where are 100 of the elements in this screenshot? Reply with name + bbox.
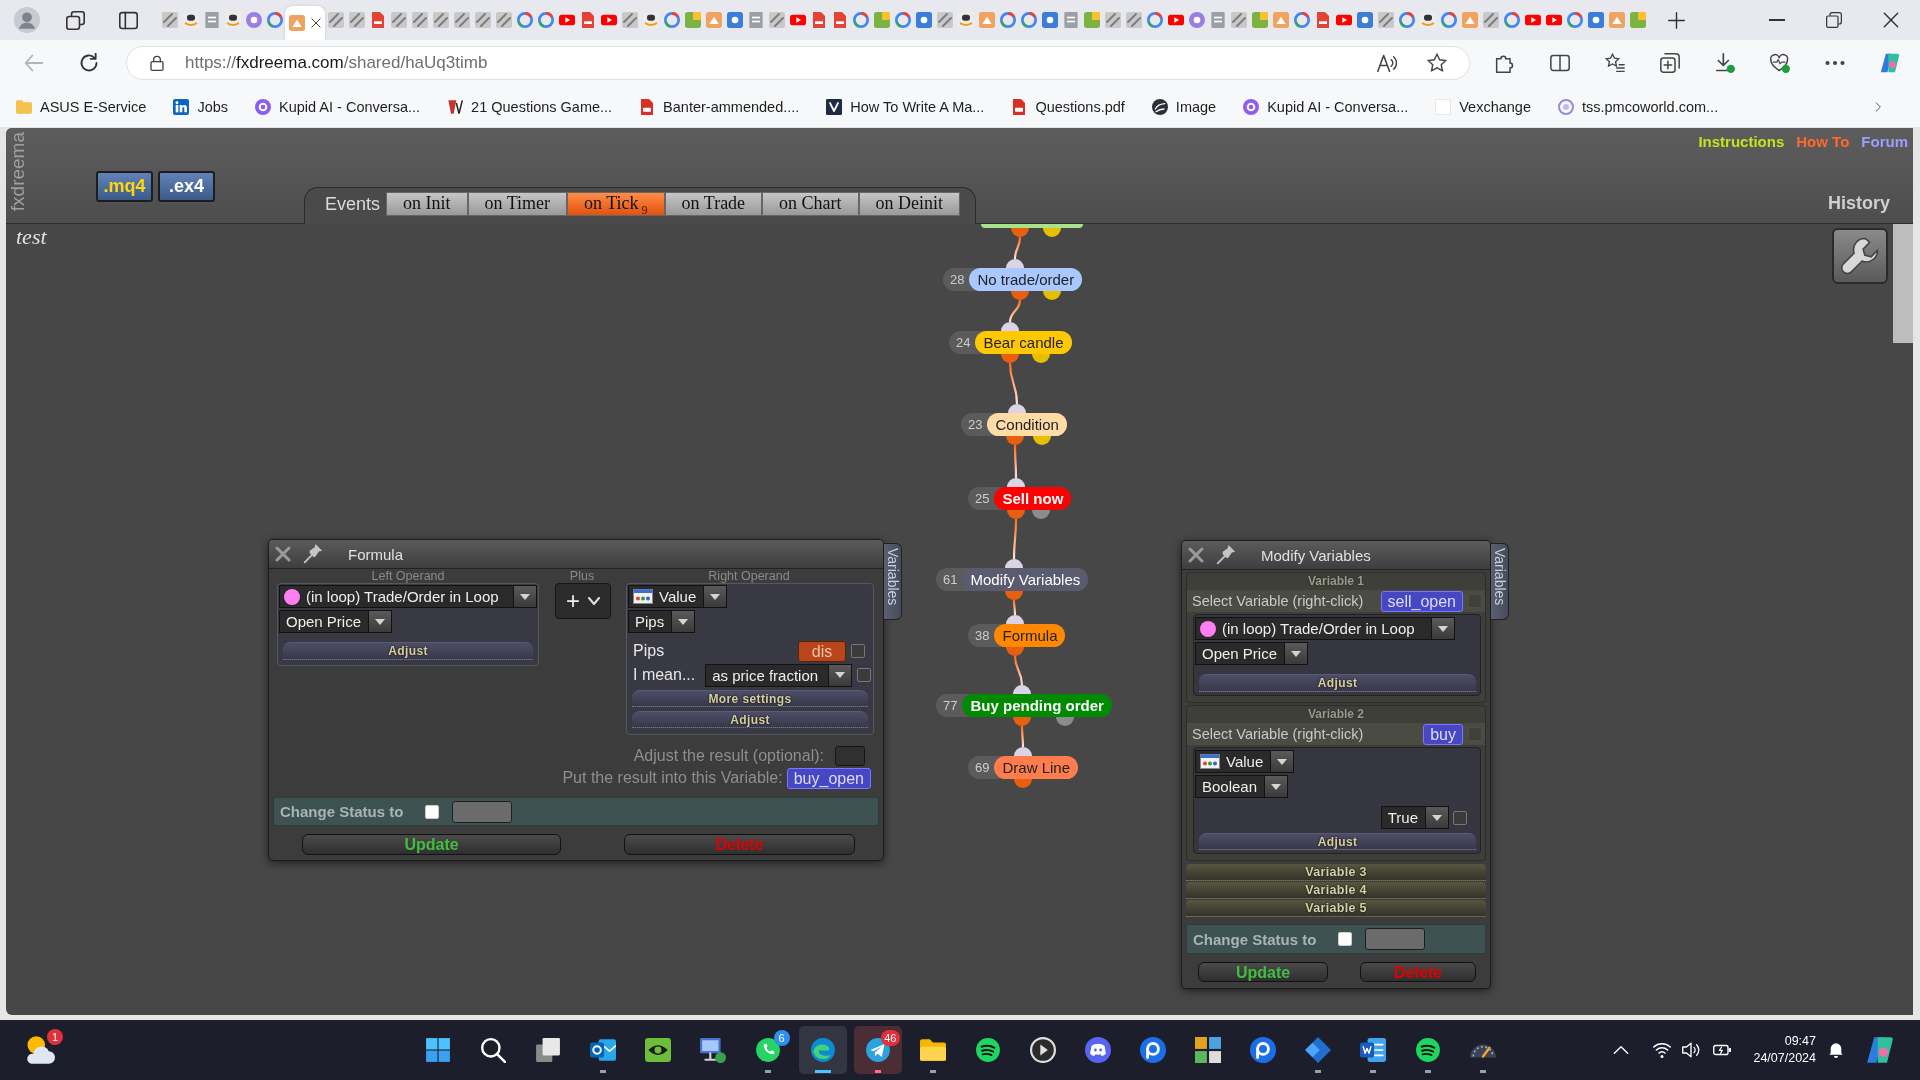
output-port-icon[interactable] (1056, 717, 1074, 726)
extensions-icon[interactable] (1495, 53, 1515, 73)
export-button[interactable]: .ex4 (158, 171, 215, 202)
app-logo-icon[interactable] (1866, 1036, 1894, 1064)
output-port-icon[interactable] (1043, 228, 1061, 237)
app-logo-icon[interactable] (1880, 53, 1900, 73)
checkbox[interactable] (857, 668, 872, 682)
output-port-icon[interactable] (1011, 228, 1029, 237)
input-port-icon[interactable] (1006, 259, 1024, 268)
collapsed-section[interactable]: Variable 4 (1186, 882, 1486, 899)
input-port-icon[interactable] (1006, 615, 1024, 624)
split-screen-icon[interactable] (1550, 53, 1570, 73)
status-field[interactable] (452, 800, 513, 823)
tab-favicon-icon[interactable] (182, 12, 199, 28)
input-port-icon[interactable] (1005, 559, 1023, 568)
bell-icon[interactable] (1828, 1042, 1844, 1058)
output-port-icon[interactable] (1006, 436, 1024, 445)
output-port-icon[interactable] (1006, 647, 1024, 656)
pin-icon[interactable] (1216, 545, 1236, 565)
bookmark-link[interactable]: Vexchange (1435, 98, 1531, 115)
scrollbar[interactable] (1893, 224, 1913, 343)
input-port-icon[interactable] (1014, 747, 1032, 756)
input-port-icon[interactable] (1008, 404, 1026, 413)
event-tab[interactable]: on Deinit (858, 192, 961, 216)
bookmark-link[interactable]: Image (1151, 98, 1217, 115)
event-tab[interactable]: on Tick $_{9}$ (567, 192, 665, 216)
status-field[interactable] (1365, 928, 1426, 950)
event-tab[interactable]: on Chart (762, 192, 859, 216)
output-port-icon[interactable] (1007, 510, 1025, 519)
event-tab[interactable]: on Timer (467, 192, 568, 216)
bookmark-link[interactable]: 21 Questions Game... (447, 98, 613, 115)
input-port-icon[interactable] (1001, 322, 1019, 331)
refresh-icon[interactable] (79, 53, 99, 73)
star-icon[interactable] (1427, 53, 1447, 73)
output-port-icon[interactable] (1032, 510, 1050, 519)
flow-node[interactable]: 61 Modify Variables (936, 568, 1089, 591)
flow-node[interactable]: 25 Sell now (968, 487, 1072, 510)
bookmark-link[interactable]: ASUS E-Service (16, 98, 147, 115)
variable-chip[interactable]: buy (1423, 723, 1463, 745)
dropdown[interactable]: Boolean (1195, 775, 1289, 798)
flow-node[interactable]: 69 Draw Line (968, 756, 1078, 779)
bookmark-link[interactable]: Jobs (173, 98, 228, 115)
variables-tab[interactable]: Variables (884, 543, 902, 620)
tab-favicon-icon[interactable] (1419, 12, 1436, 28)
bookmark-link[interactable]: Kupid AI - Conversa... (1243, 98, 1409, 115)
input-port-icon[interactable] (1007, 478, 1025, 487)
dropdown[interactable]: Value (1195, 750, 1295, 773)
dropdown[interactable]: (in loop) Trade/Order in Loop (279, 585, 537, 608)
output-port-icon[interactable] (1005, 591, 1023, 600)
wrench-button[interactable] (1832, 228, 1888, 284)
workspaces-icon[interactable] (66, 10, 85, 30)
tab-list-icon[interactable] (119, 10, 138, 30)
tab-favicon-icon[interactable] (224, 12, 241, 28)
bookmark-link[interactable]: Kupid AI - Conversa... (255, 98, 421, 115)
profile-icon[interactable] (14, 7, 40, 33)
close-icon[interactable] (1883, 12, 1899, 28)
new-tab-icon[interactable] (1668, 11, 1685, 29)
tab-favicon-icon[interactable] (957, 12, 974, 28)
clock-date[interactable]: 24/07/2024 (1753, 1050, 1816, 1067)
variable-chip[interactable]: buy_open (786, 767, 871, 789)
restore-icon[interactable] (1826, 12, 1842, 28)
output-port-icon[interactable] (1033, 436, 1051, 445)
output-port-icon[interactable] (1043, 291, 1061, 300)
wifi-icon[interactable] (1653, 1041, 1672, 1059)
dropdown[interactable]: Open Price (279, 610, 393, 633)
read-aloud-icon[interactable] (1377, 53, 1397, 73)
dropdown[interactable]: Pips (628, 610, 696, 633)
bookmark-link[interactable]: tss.pmcoworld.com... (1558, 98, 1719, 115)
output-port-icon[interactable] (1001, 354, 1019, 363)
input-port-icon[interactable] (1013, 685, 1031, 694)
header-link[interactable]: Instructions (1698, 132, 1785, 152)
clock-time[interactable]: 09:47 (1784, 1033, 1816, 1050)
checkbox[interactable] (851, 644, 865, 658)
dropdown[interactable]: as price fraction (705, 663, 853, 687)
more-settings-button[interactable]: More settings (632, 690, 868, 707)
event-tab[interactable]: on Trade (664, 192, 763, 216)
output-port-icon[interactable] (1013, 717, 1031, 726)
export-button[interactable]: .mq4 (96, 171, 153, 202)
flow-node[interactable]: 23 Condition (961, 413, 1067, 436)
event-tab[interactable]: on Init (386, 192, 468, 216)
collapsed-section[interactable]: Variable 5 (1186, 900, 1486, 917)
adjust-button[interactable]: Adjust (632, 711, 868, 728)
flow-node[interactable]: 38 Formula (968, 624, 1066, 647)
heart-icon[interactable] (1770, 53, 1790, 73)
adjust-button[interactable]: Adjust (283, 642, 533, 660)
flow-node[interactable]: 77 Buy pending order (936, 694, 1112, 717)
output-port-icon[interactable] (1011, 291, 1029, 300)
collections-icon[interactable] (1660, 53, 1680, 73)
result-field[interactable] (835, 746, 865, 766)
history-link[interactable]: History (1828, 192, 1890, 214)
adjust-button[interactable]: Adjust (1199, 833, 1476, 850)
operator-dropdown[interactable]: + (555, 583, 611, 619)
dropdown[interactable]: Open Price (1195, 642, 1309, 665)
taskbar-button[interactable]: 46 (853, 1026, 902, 1074)
update-button[interactable]: Update (1198, 962, 1328, 982)
speaker-icon[interactable] (1682, 1041, 1701, 1059)
tab-favicon-icon[interactable] (642, 12, 659, 28)
variables-tab[interactable]: Variables (1491, 543, 1509, 620)
address-field[interactable]: https://fxdreema.com/shared/haUq3timb (126, 46, 1470, 80)
collapsed-section[interactable]: Variable 3 (1186, 864, 1486, 881)
